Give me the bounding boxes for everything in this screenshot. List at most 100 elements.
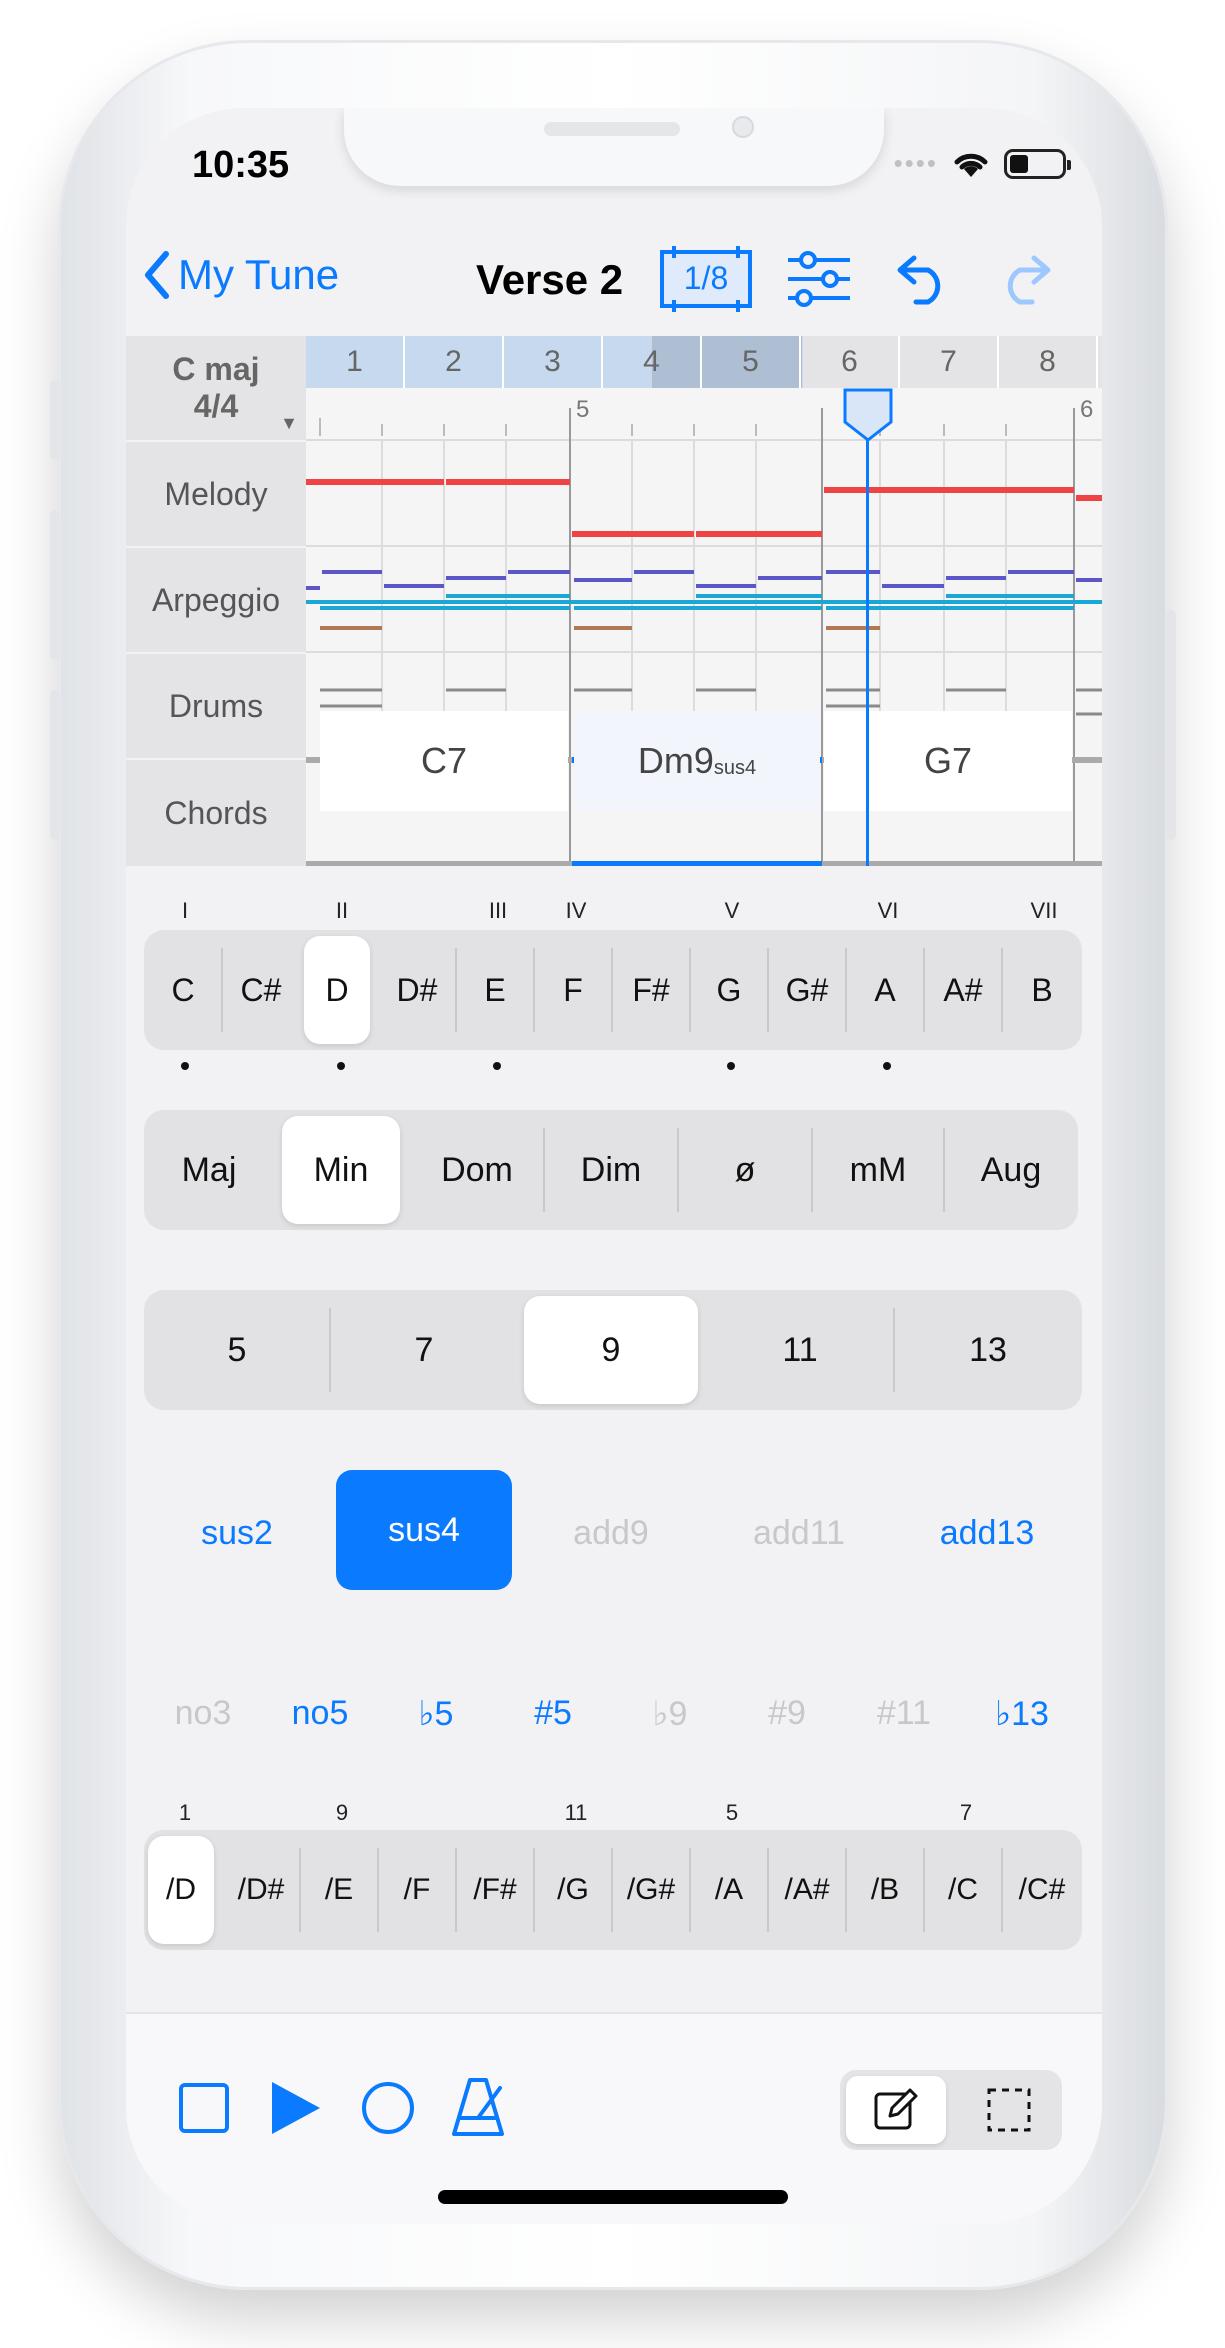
bass-note-D-selected[interactable]: /D xyxy=(148,1836,214,1944)
bar-number: 4 xyxy=(603,336,702,388)
bass-note[interactable]: /E xyxy=(300,1830,378,1950)
quantize-button[interactable]: 1/8 xyxy=(660,246,756,312)
chord-block[interactable]: G7 xyxy=(824,711,1072,811)
root-note-C[interactable]: C xyxy=(144,930,222,1050)
option-sus4-label: sus4 xyxy=(388,1510,460,1549)
scale-dot xyxy=(727,1062,735,1070)
option-add9[interactable]: add9 xyxy=(518,1514,704,1553)
extension-7[interactable]: 7 xyxy=(330,1290,518,1410)
bass-note[interactable]: /B xyxy=(846,1830,924,1950)
stop-icon[interactable] xyxy=(178,2082,230,2134)
time-signature-label: 4/4 xyxy=(193,388,239,424)
bass-note[interactable]: /A xyxy=(690,1830,768,1950)
quality-dom[interactable]: Dom xyxy=(410,1110,544,1230)
bass-note[interactable]: /F xyxy=(378,1830,456,1950)
home-indicator xyxy=(438,2190,788,2204)
bass-note[interactable]: /F# xyxy=(456,1830,534,1950)
metronome-icon[interactable] xyxy=(448,2076,508,2138)
bass-interval: 9 xyxy=(335,1800,349,1825)
track-label-arpeggio[interactable]: Arpeggio xyxy=(126,548,306,652)
front-camera xyxy=(732,116,754,138)
chord-name: Dm9 xyxy=(637,740,714,781)
alteration-sharp5[interactable]: #5 xyxy=(494,1694,612,1733)
quality-minor-major[interactable]: mM xyxy=(812,1110,944,1230)
option-add11[interactable]: add11 xyxy=(706,1514,892,1553)
track-label-drums[interactable]: Drums xyxy=(126,654,306,758)
root-note-Csharp[interactable]: C# xyxy=(222,930,300,1050)
option-add13[interactable]: add13 xyxy=(894,1514,1080,1553)
alteration-no3[interactable]: no3 xyxy=(144,1694,262,1733)
bass-note[interactable]: /D# xyxy=(222,1830,300,1950)
root-note-Asharp[interactable]: A# xyxy=(924,930,1002,1050)
root-note-D-selected[interactable]: D xyxy=(304,936,370,1044)
root-note-Fsharp[interactable]: F# xyxy=(612,930,690,1050)
option-sus2[interactable]: sus2 xyxy=(144,1514,330,1553)
bar-number-strip[interactable]: 1 2 3 4 5 6 7 8 xyxy=(306,336,1102,388)
extension-9-selected[interactable]: 9 xyxy=(524,1296,698,1404)
root-note-Gsharp[interactable]: G# xyxy=(768,930,846,1050)
bass-note[interactable]: /A# xyxy=(768,1830,846,1950)
alteration-sharp11[interactable]: #11 xyxy=(846,1694,962,1733)
bass-note[interactable]: /G xyxy=(534,1830,612,1950)
bass-note[interactable]: /C# xyxy=(1002,1830,1082,1950)
chord-block-selected[interactable]: Dm9 sus4 xyxy=(574,711,820,811)
playhead-handle[interactable] xyxy=(841,388,895,442)
chord-name: G7 xyxy=(923,740,973,781)
undo-icon[interactable] xyxy=(892,250,952,306)
alteration-flat13[interactable]: ♭13 xyxy=(962,1694,1082,1734)
track-label-chords[interactable]: Chords xyxy=(126,760,306,866)
quality-maj[interactable]: Maj xyxy=(144,1110,274,1230)
quantize-value: 1/8 xyxy=(683,260,729,296)
quality-half-diminished[interactable]: ø xyxy=(678,1110,812,1230)
scale-dot xyxy=(181,1062,189,1070)
selection-marquee-icon[interactable] xyxy=(986,2087,1032,2133)
record-icon[interactable] xyxy=(360,2080,416,2136)
bar-number: 5 xyxy=(702,336,801,388)
root-note-F[interactable]: F xyxy=(534,930,612,1050)
quality-min-selected[interactable]: Min xyxy=(282,1116,400,1224)
scale-degree: II xyxy=(335,898,349,923)
ruler-marker: 6 xyxy=(1080,396,1094,423)
alteration-no5[interactable]: no5 xyxy=(262,1694,378,1733)
quality-aug[interactable]: Aug xyxy=(944,1110,1078,1230)
scale-degree: VI xyxy=(877,898,899,923)
volume-down-button xyxy=(50,690,60,840)
play-icon[interactable] xyxy=(270,2080,322,2136)
extension-5[interactable]: 5 xyxy=(144,1290,330,1410)
silent-switch xyxy=(50,380,60,460)
track-lanes[interactable]: 5 6 C7 Dm9 sus4 G7 xyxy=(306,388,1102,866)
notch xyxy=(344,108,884,186)
pencil-edit-icon xyxy=(874,2088,918,2130)
section-title: Verse 2 xyxy=(476,256,624,303)
extension-13[interactable]: 13 xyxy=(894,1290,1082,1410)
app-screen: 10:35 •••• My Tune Verse 2 1/8 C maj 4/4… xyxy=(126,108,1102,2224)
bass-note[interactable]: /C xyxy=(924,1830,1002,1950)
key-signature-cell[interactable]: C maj 4/4 ▼ xyxy=(126,336,306,440)
volume-up-button xyxy=(50,510,60,660)
redo-icon[interactable] xyxy=(996,250,1056,306)
alteration-flat5[interactable]: ♭5 xyxy=(378,1694,494,1734)
wifi-icon xyxy=(954,153,988,177)
root-note-E[interactable]: E xyxy=(456,930,534,1050)
mixer-sliders-icon[interactable] xyxy=(786,250,852,308)
edit-mode-button-selected[interactable] xyxy=(846,2076,946,2144)
chevron-left-icon xyxy=(145,251,169,299)
root-note-G[interactable]: G xyxy=(690,930,768,1050)
option-sus4-selected[interactable]: sus4 xyxy=(336,1470,512,1590)
extension-11[interactable]: 11 xyxy=(706,1290,894,1410)
root-note-A[interactable]: A xyxy=(846,930,924,1050)
track-label-melody[interactable]: Melody xyxy=(126,442,306,546)
chord-block[interactable]: C7 xyxy=(320,711,568,811)
bar-number: 1 xyxy=(306,336,405,388)
root-note-Dsharp[interactable]: D# xyxy=(378,930,456,1050)
alteration-sharp9[interactable]: #9 xyxy=(728,1694,846,1733)
ruler-marker: 5 xyxy=(576,396,590,423)
scale-dot xyxy=(883,1062,891,1070)
alteration-flat9[interactable]: ♭9 xyxy=(612,1694,728,1734)
bass-interval: 5 xyxy=(725,1800,739,1825)
quality-dim[interactable]: Dim xyxy=(544,1110,678,1230)
back-button[interactable]: My Tune xyxy=(142,250,339,300)
bass-note[interactable]: /G# xyxy=(612,1830,690,1950)
scale-degree: V xyxy=(724,898,740,923)
root-note-B[interactable]: B xyxy=(1002,930,1082,1050)
